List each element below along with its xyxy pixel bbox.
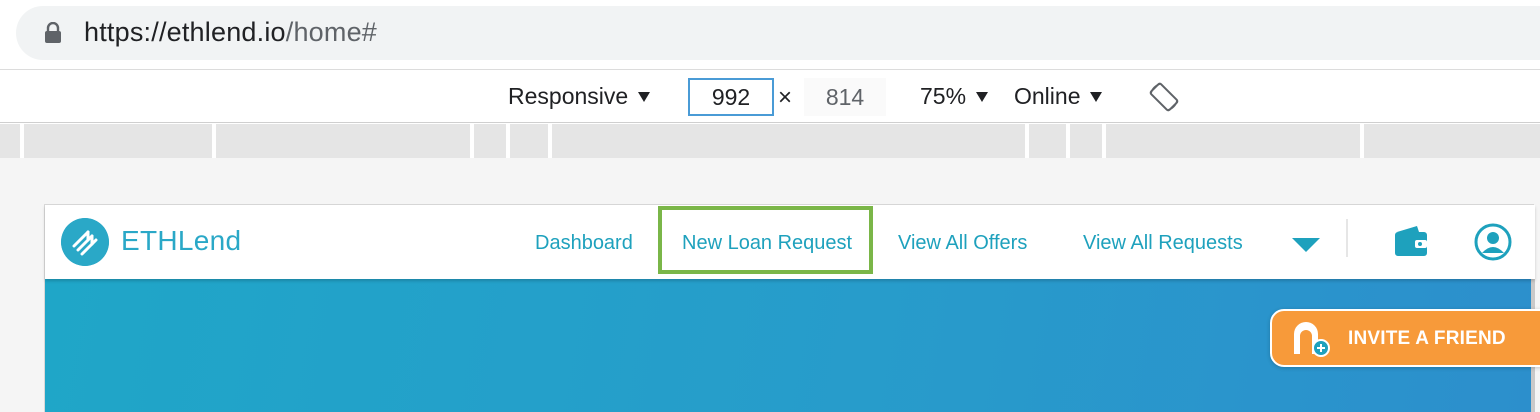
- network-label: Online: [1014, 83, 1081, 109]
- nav-dashboard[interactable]: Dashboard: [535, 232, 633, 255]
- nav-view-all-offers[interactable]: View All Offers: [898, 232, 1027, 255]
- wallet-icon[interactable]: [1393, 224, 1429, 258]
- zoom-select[interactable]: 75%: [920, 83, 989, 110]
- emulated-viewport: ETHLend Dashboard New Loan Request View …: [0, 158, 1540, 412]
- top-navbar: ETHLend Dashboard New Loan Request View …: [45, 205, 1535, 279]
- ruler-divider: [506, 124, 510, 158]
- dimension-separator: ×: [778, 84, 793, 111]
- network-select[interactable]: Online: [1014, 83, 1103, 110]
- device-dropdown-icon: [638, 91, 651, 102]
- ruler-divider: [1102, 124, 1106, 158]
- ruler-divider: [1025, 124, 1029, 158]
- url-text[interactable]: https://ethlend.io/home#: [84, 17, 377, 48]
- add-friend-icon: [1294, 322, 1330, 357]
- browser-address-bar: https://ethlend.io/home#: [0, 0, 1540, 70]
- device-label: Responsive: [508, 83, 629, 109]
- nav-view-all-requests[interactable]: View All Requests: [1083, 232, 1243, 255]
- device-select[interactable]: Responsive: [508, 83, 651, 110]
- ruler-divider: [548, 124, 552, 158]
- invite-friend-button[interactable]: INVITE A FRIEND: [1270, 309, 1540, 367]
- url-host: https://ethlend.io: [84, 17, 286, 47]
- media-query-ruler[interactable]: [0, 124, 1540, 158]
- viewport-width-input[interactable]: 992: [688, 78, 774, 116]
- ethlend-page: ETHLend Dashboard New Loan Request View …: [44, 204, 1535, 412]
- url-path: /home#: [285, 17, 378, 47]
- ruler-divider: [1066, 124, 1070, 158]
- logo-icon[interactable]: [61, 218, 109, 266]
- ruler-divider: [1360, 124, 1364, 158]
- ruler-divider: [20, 124, 24, 158]
- nav-new-loan-request[interactable]: New Loan Request: [682, 232, 852, 255]
- user-icon[interactable]: [1474, 223, 1512, 261]
- nav-divider: [1346, 219, 1348, 257]
- lock-icon: [45, 22, 61, 43]
- network-dropdown-icon: [1090, 91, 1103, 102]
- viewport-height-input[interactable]: 814: [804, 78, 886, 116]
- zoom-label: 75%: [920, 83, 967, 109]
- chevron-down-icon[interactable]: [1292, 238, 1320, 252]
- zoom-dropdown-icon: [976, 91, 989, 102]
- rotate-icon[interactable]: [1148, 81, 1180, 113]
- invite-friend-label: INVITE A FRIEND: [1348, 328, 1506, 349]
- ruler-divider: [212, 124, 216, 158]
- ruler-divider: [470, 124, 474, 158]
- brand-name[interactable]: ETHLend: [121, 225, 241, 257]
- device-toolbar: Responsive 992 × 814 75% Online: [0, 71, 1540, 123]
